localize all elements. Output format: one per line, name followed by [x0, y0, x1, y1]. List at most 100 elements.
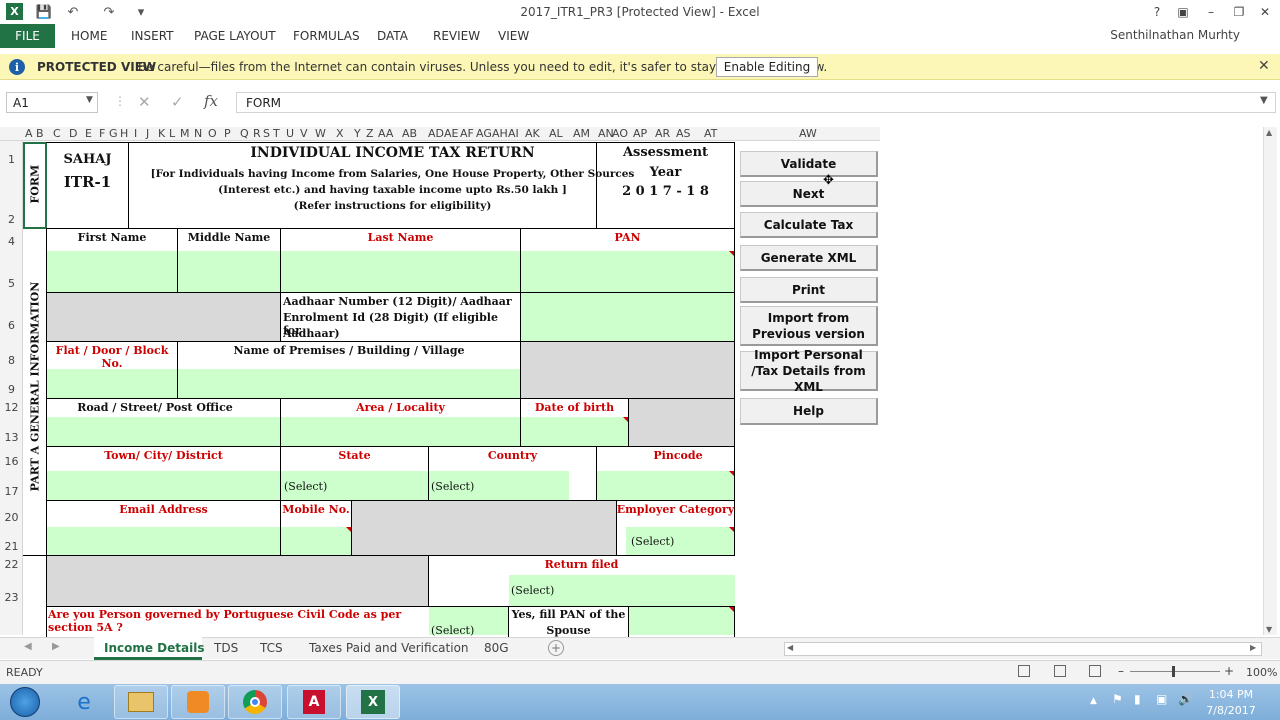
zoom-slider[interactable]: [1130, 671, 1220, 672]
help-icon[interactable]: ?: [1146, 2, 1168, 22]
tab-home[interactable]: HOME: [71, 29, 107, 43]
first-name-input[interactable]: [47, 251, 177, 292]
print-button[interactable]: Print: [740, 277, 878, 303]
expand-formula-icon[interactable]: ▼: [1260, 95, 1268, 106]
restore-icon[interactable]: ❐: [1228, 2, 1250, 22]
col-header[interactable]: L: [169, 127, 175, 140]
chrome-icon[interactable]: [228, 685, 282, 719]
col-header[interactable]: AE: [444, 127, 458, 140]
col-header[interactable]: AI: [508, 127, 519, 140]
col-header[interactable]: W: [315, 127, 326, 140]
enable-editing-button[interactable]: Enable Editing: [716, 57, 818, 77]
col-header[interactable]: AR: [655, 127, 670, 140]
col-header[interactable]: I: [134, 127, 137, 140]
col-header[interactable]: AP: [633, 127, 647, 140]
dob-input[interactable]: [521, 417, 628, 446]
clock-time[interactable]: 1:04 PM: [1206, 688, 1256, 701]
tab-file[interactable]: FILE: [0, 24, 55, 48]
sheet-tab-taxes-paid[interactable]: Taxes Paid and Verification: [309, 641, 469, 655]
next-sheet-icon[interactable]: ▶: [52, 641, 60, 652]
row-header[interactable]: 5: [0, 277, 23, 290]
minimize-icon[interactable]: –: [1200, 2, 1222, 22]
col-header[interactable]: AA: [378, 127, 393, 140]
formula-input[interactable]: FORM: [236, 92, 1276, 113]
premises-input[interactable]: [178, 369, 520, 398]
battery-icon[interactable]: ▮: [1134, 692, 1141, 706]
col-header[interactable]: Y: [354, 127, 361, 140]
row-header[interactable]: 1: [0, 153, 23, 166]
zoom-in-icon[interactable]: +: [1224, 664, 1234, 678]
col-header[interactable]: AH: [492, 127, 508, 140]
col-header[interactable]: H: [120, 127, 128, 140]
col-header[interactable]: A: [25, 127, 33, 140]
col-header[interactable]: X: [336, 127, 344, 140]
insert-function-icon[interactable]: fx: [204, 92, 218, 110]
row-header[interactable]: 9: [0, 383, 23, 396]
zoom-out-icon[interactable]: –: [1118, 664, 1124, 678]
ribbon-display-icon[interactable]: ▣: [1172, 2, 1194, 22]
col-header[interactable]: Q: [240, 127, 249, 140]
import-previous-button[interactable]: Import from Previous version: [740, 306, 878, 346]
col-header[interactable]: U: [286, 127, 294, 140]
row-header[interactable]: 8: [0, 354, 23, 367]
col-header[interactable]: AW: [799, 127, 817, 140]
calculate-tax-button[interactable]: Calculate Tax: [740, 212, 878, 238]
import-xml-button[interactable]: Import Personal /Tax Details from XML: [740, 348, 878, 394]
row-header[interactable]: 16: [0, 455, 23, 468]
col-header[interactable]: AO: [612, 127, 628, 140]
validate-button[interactable]: Validate: [740, 151, 878, 177]
horizontal-scrollbar[interactable]: [784, 642, 1262, 656]
row-header[interactable]: 20: [0, 511, 23, 524]
media-player-icon[interactable]: [171, 685, 225, 719]
col-header[interactable]: AK: [525, 127, 540, 140]
scroll-up-icon[interactable]: ▲: [1266, 128, 1272, 137]
col-header[interactable]: E: [85, 127, 92, 140]
pan-input[interactable]: [521, 251, 734, 292]
area-input[interactable]: [281, 417, 520, 446]
close-icon[interactable]: ✕: [1254, 2, 1276, 22]
col-header[interactable]: O: [208, 127, 217, 140]
clock-date[interactable]: 7/8/2017: [1206, 704, 1256, 717]
excel-taskbar-icon[interactable]: X: [346, 685, 400, 719]
col-header[interactable]: C: [53, 127, 61, 140]
col-header[interactable]: AG: [476, 127, 492, 140]
page-layout-view-icon[interactable]: [1054, 665, 1066, 677]
col-header[interactable]: AT: [704, 127, 717, 140]
col-header[interactable]: P: [224, 127, 231, 140]
scroll-down-icon[interactable]: ▼: [1266, 625, 1272, 634]
file-explorer-icon[interactable]: [114, 685, 168, 719]
next-button[interactable]: Next: [740, 181, 878, 207]
sheet-tab-tds[interactable]: TDS: [214, 641, 238, 655]
row-header[interactable]: 2: [0, 213, 23, 226]
col-header[interactable]: AB: [402, 127, 417, 140]
pincode-input[interactable]: [597, 471, 734, 500]
sheet-tab-income-details[interactable]: Income Details: [104, 641, 205, 655]
col-header[interactable]: M: [180, 127, 190, 140]
normal-view-icon[interactable]: [1018, 665, 1030, 677]
tab-insert[interactable]: INSERT: [131, 29, 174, 43]
row-header[interactable]: 22: [0, 558, 23, 571]
col-header[interactable]: AD: [428, 127, 444, 140]
col-header[interactable]: G: [109, 127, 118, 140]
generate-xml-button[interactable]: Generate XML: [740, 245, 878, 271]
tab-data[interactable]: DATA: [377, 29, 408, 43]
row-header[interactable]: 12: [0, 401, 23, 414]
col-header[interactable]: AM: [573, 127, 590, 140]
col-header[interactable]: B: [36, 127, 44, 140]
close-bar-icon[interactable]: ✕: [1258, 58, 1270, 74]
spouse-pan-input[interactable]: [629, 607, 734, 635]
zoom-level[interactable]: 100%: [1246, 666, 1277, 679]
help-button[interactable]: Help: [740, 398, 878, 425]
col-header[interactable]: AS: [676, 127, 691, 140]
last-name-input[interactable]: [281, 251, 520, 292]
flag-icon[interactable]: ⚑: [1112, 692, 1123, 706]
row-header[interactable]: 23: [0, 591, 23, 604]
row-header[interactable]: 17: [0, 485, 23, 498]
town-input[interactable]: [47, 471, 280, 500]
name-box-dropdown-icon[interactable]: ▼: [86, 95, 93, 105]
sheet-tab-80g[interactable]: 80G: [484, 641, 509, 655]
aadhaar-input[interactable]: [520, 292, 735, 342]
start-button-icon[interactable]: [10, 687, 40, 717]
network-icon[interactable]: ▣: [1156, 692, 1167, 706]
col-header[interactable]: K: [158, 127, 165, 140]
